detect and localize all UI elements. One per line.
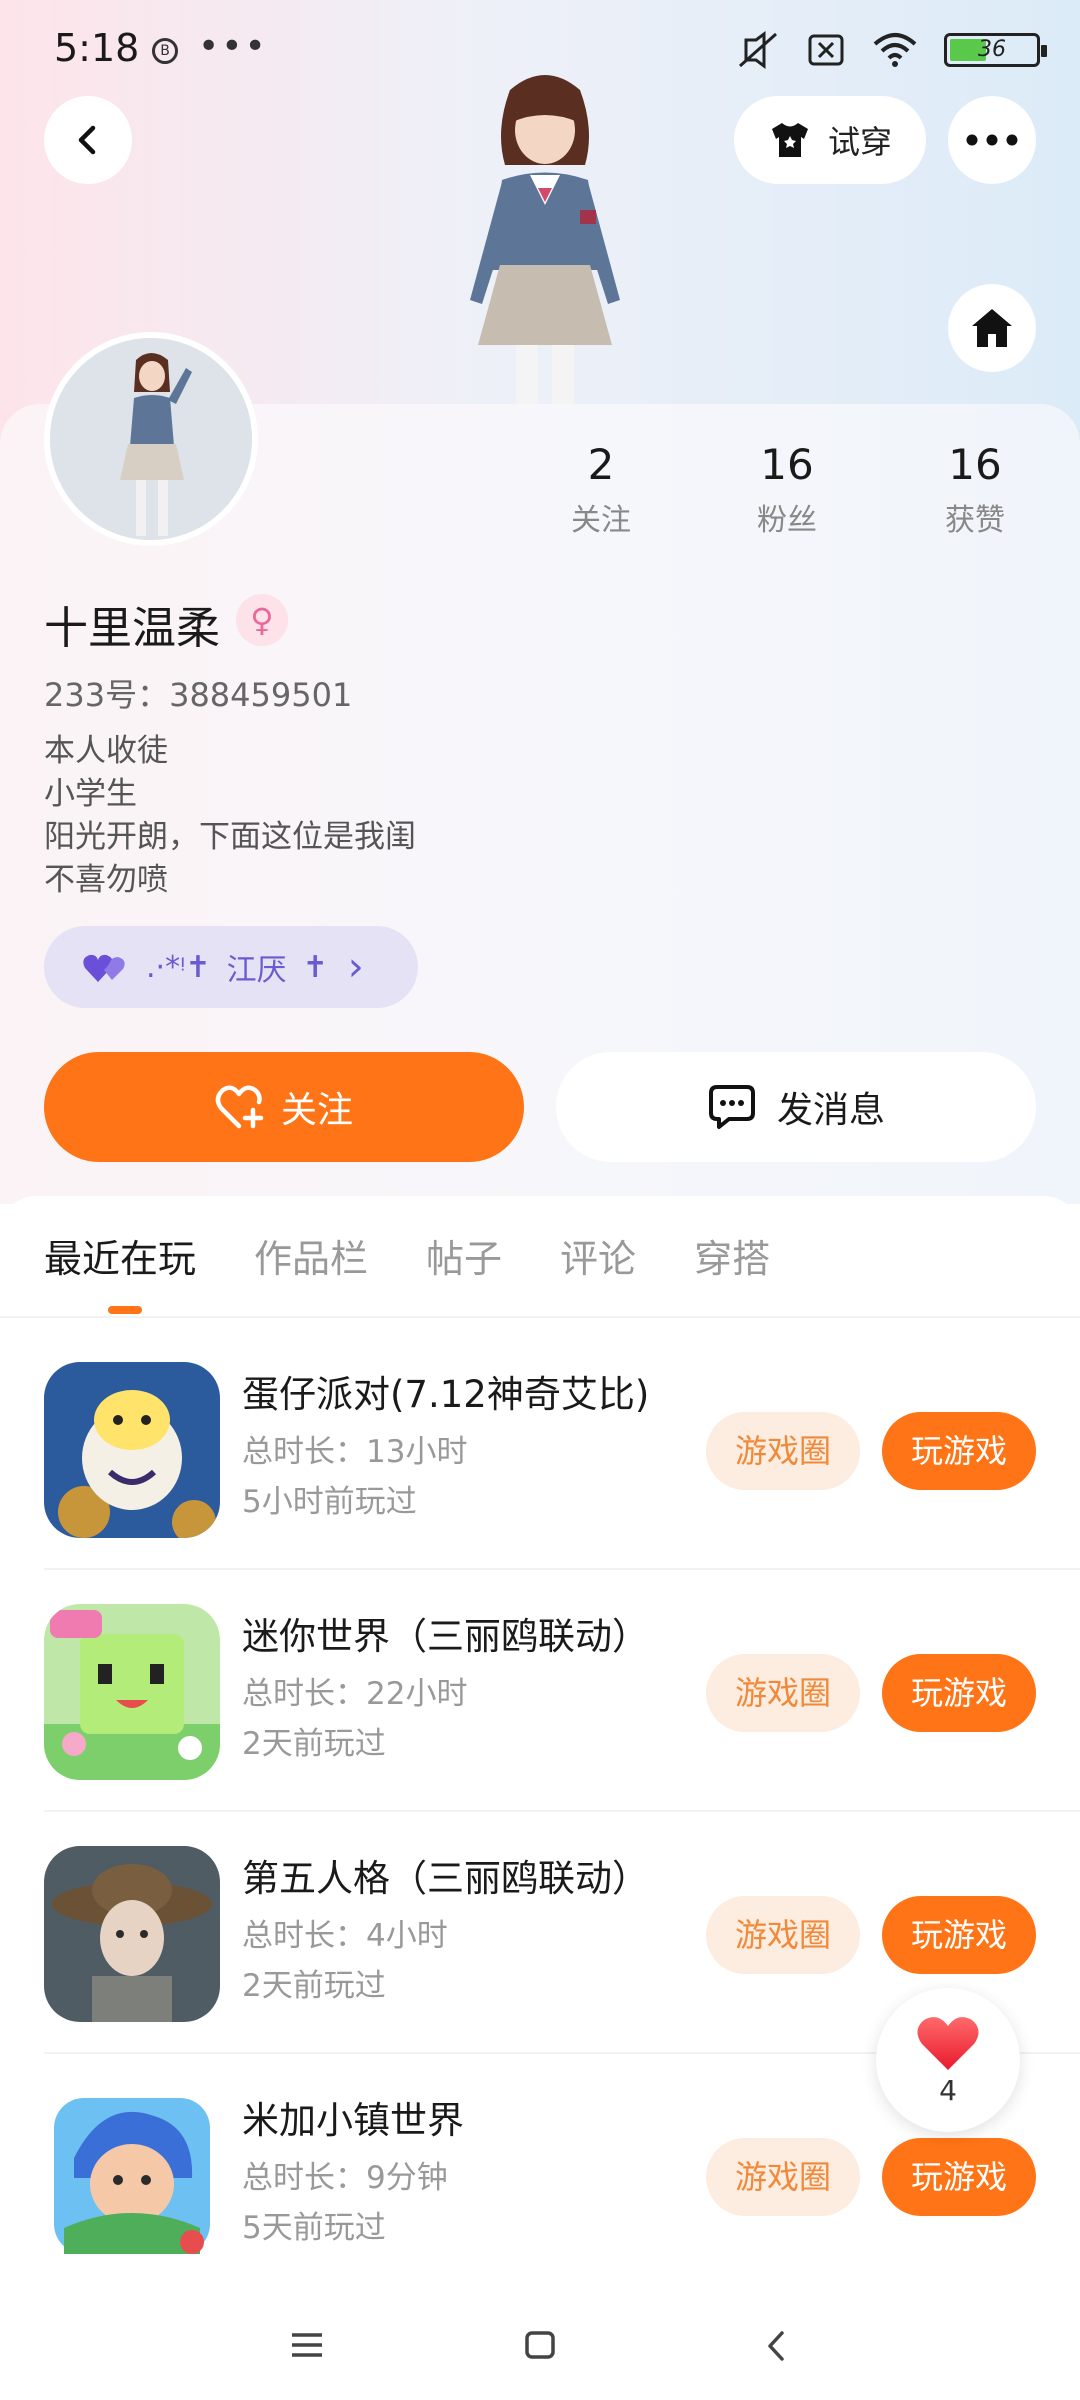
avatar-3d-figure[interactable] xyxy=(430,70,660,410)
more-button[interactable] xyxy=(948,96,1036,184)
stat-value: 16 xyxy=(948,440,1002,489)
play-game-button[interactable]: 玩游戏 xyxy=(882,1412,1036,1490)
wifi-icon xyxy=(873,33,917,67)
more-notifications-icon: ••• xyxy=(198,26,268,67)
game-last-played: 2天前玩过 xyxy=(242,1726,386,1762)
try-on-label: 试穿 xyxy=(827,123,892,161)
like-count: 4 xyxy=(939,2073,957,2107)
tab-recent-playing[interactable]: 最近在玩 xyxy=(44,1228,196,1283)
game-duration: 总时长：9分钟 xyxy=(242,2160,448,2196)
game-title: 米加小镇世界 xyxy=(242,2099,464,2142)
tab-outfits[interactable]: 穿搭 xyxy=(694,1228,770,1283)
heart-icon xyxy=(917,2016,979,2070)
avatar-figure xyxy=(50,338,252,540)
back-arrow-icon xyxy=(78,125,96,155)
stat-likes[interactable]: 16 获赞 xyxy=(895,440,1055,539)
game-icon[interactable] xyxy=(44,2088,220,2264)
bio-line: 本人收徒 xyxy=(44,733,168,769)
home-square-icon[interactable] xyxy=(524,2330,556,2360)
double-heart-icon xyxy=(83,954,125,982)
follow-button[interactable]: 关注 xyxy=(44,1052,524,1162)
bio-line: 阳光开朗，下面这位是我闺 xyxy=(44,819,416,855)
stat-label: 粉丝 xyxy=(757,503,817,538)
divider xyxy=(0,1316,1080,1318)
bio-line: 小学生 xyxy=(44,776,137,812)
more-icon xyxy=(966,134,1018,146)
chat-bubble-icon xyxy=(708,1085,755,1129)
game-circle-button[interactable]: 游戏圈 xyxy=(706,2138,860,2216)
best-friend-tag[interactable]: .·*ᵎ✝ 江厌 ✝ › xyxy=(44,926,418,1008)
stat-label: 获赞 xyxy=(945,503,1005,538)
game-icon[interactable] xyxy=(44,1362,220,1538)
menu-icon[interactable] xyxy=(290,2330,324,2360)
battery-level: 36 xyxy=(978,37,1006,62)
follow-label: 关注 xyxy=(280,1090,353,1131)
back-button[interactable] xyxy=(44,96,132,184)
game-last-played: 5天前玩过 xyxy=(242,2210,386,2246)
friend-name: 江厌 xyxy=(226,953,287,988)
app-notification-icon: B xyxy=(152,38,178,64)
game-title: 蛋仔派对(7.12神奇艾比) xyxy=(242,1373,650,1416)
status-icons: 36 xyxy=(736,30,1047,70)
stat-following[interactable]: 2 关注 xyxy=(521,440,681,539)
username: 十里温柔 xyxy=(44,603,220,654)
play-game-button[interactable]: 玩游戏 xyxy=(882,1896,1036,1974)
avatar[interactable] xyxy=(44,332,258,546)
game-duration: 总时长：13小时 xyxy=(242,1434,468,1470)
stat-followers[interactable]: 16 粉丝 xyxy=(707,440,867,539)
stat-value: 2 xyxy=(587,440,615,489)
status-time: 5:18 xyxy=(54,26,140,70)
game-duration: 总时长：22小时 xyxy=(242,1676,468,1712)
game-circle-button[interactable]: 游戏圈 xyxy=(706,1412,860,1490)
system-nav-bar xyxy=(0,2290,1080,2400)
game-last-played: 5小时前玩过 xyxy=(242,1484,417,1520)
tag-decor: .·*ᵎ✝ xyxy=(146,949,211,985)
battery-icon: 36 xyxy=(944,33,1047,67)
play-game-button[interactable]: 玩游戏 xyxy=(882,2138,1036,2216)
heart-plus-icon xyxy=(215,1085,264,1129)
profile-tabs: 最近在玩 作品栏 帖子 评论 穿搭 xyxy=(44,1228,770,1283)
tab-works[interactable]: 作品栏 xyxy=(254,1228,368,1283)
game-row[interactable]: 蛋仔派对(7.12神奇艾比) 总时长：13小时 5小时前玩过 游戏圈 玩游戏 xyxy=(0,1328,1080,1570)
home-button[interactable] xyxy=(948,284,1036,372)
female-gender-icon: ♀ xyxy=(236,594,288,646)
try-on-button[interactable]: 试穿 xyxy=(734,96,926,184)
game-circle-button[interactable]: 游戏圈 xyxy=(706,1896,860,1974)
game-circle-button[interactable]: 游戏圈 xyxy=(706,1654,860,1732)
game-last-played: 2天前玩过 xyxy=(242,1968,386,2004)
bio: 本人收徒 小学生 阳光开朗，下面这位是我闺 不喜勿喷 xyxy=(44,730,416,902)
stat-value: 16 xyxy=(760,440,814,489)
game-icon[interactable] xyxy=(44,1604,220,1780)
nav-back-icon[interactable] xyxy=(762,2330,792,2362)
cross-icon: ✝ xyxy=(302,949,328,985)
bio-line: 不喜勿喷 xyxy=(44,862,168,898)
floating-like-button[interactable]: 4 xyxy=(876,1988,1020,2132)
tshirt-icon xyxy=(771,123,808,157)
active-tab-indicator xyxy=(108,1306,142,1314)
tab-comments[interactable]: 评论 xyxy=(560,1228,636,1283)
game-icon[interactable] xyxy=(44,1846,220,2022)
chevron-right-icon: › xyxy=(347,944,364,990)
game-row[interactable]: 迷你世界（三丽鸥联动） 总时长：22小时 2天前玩过 游戏圈 玩游戏 xyxy=(0,1570,1080,1812)
stat-label: 关注 xyxy=(571,503,631,538)
mute-vibrate-icon xyxy=(739,31,777,69)
game-duration: 总时长：4小时 xyxy=(242,1918,448,1954)
home-icon xyxy=(972,309,1012,347)
game-title: 迷你世界（三丽鸥联动） xyxy=(242,1615,649,1658)
user-id[interactable]: 233号：388459501 xyxy=(44,670,352,716)
tab-posts[interactable]: 帖子 xyxy=(426,1228,502,1283)
send-message-button[interactable]: 发消息 xyxy=(556,1052,1036,1162)
game-title: 第五人格（三丽鸥联动） xyxy=(242,1857,649,1900)
play-game-button[interactable]: 玩游戏 xyxy=(882,1654,1036,1732)
no-sim-icon xyxy=(808,34,844,66)
message-label: 发消息 xyxy=(776,1090,885,1131)
